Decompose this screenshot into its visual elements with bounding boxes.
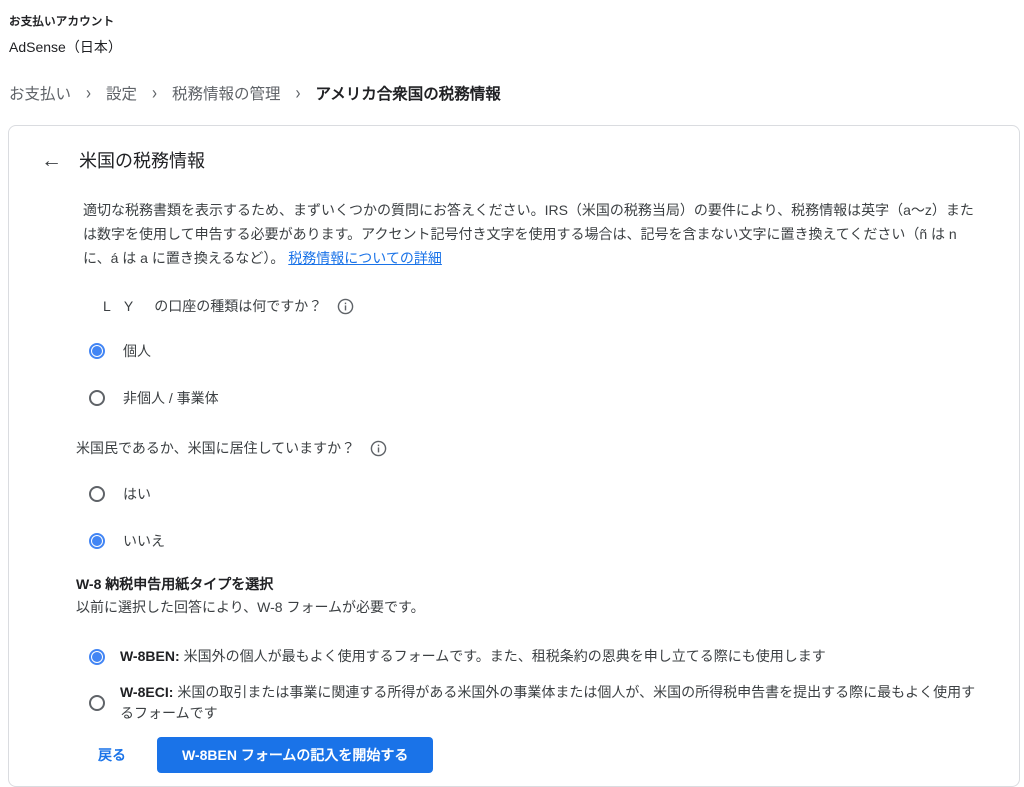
- action-row: 戻る W-8BEN フォームの記入を開始する: [98, 737, 983, 773]
- payments-account-label: お支払いアカウント: [9, 13, 1024, 29]
- us-tax-info-card: ← 米国の税務情報 適切な税務書類を表示するため、まずいくつかの質問にお答えくだ…: [8, 125, 1020, 787]
- breadcrumb: お支払い › 設定 › 税務情報の管理 › アメリカ合衆国の税務情報: [9, 82, 1024, 104]
- info-icon[interactable]: [370, 440, 387, 457]
- radio-option-no[interactable]: いいえ: [89, 531, 983, 551]
- w8eci-description: 米国の取引または事業に関連する所得がある米国外の事業体または個人が、米国の所得税…: [120, 684, 975, 721]
- radio-option-yes[interactable]: はい: [89, 484, 983, 504]
- question-us-residency-text: 米国民であるか、米国に居住していますか？: [76, 438, 355, 458]
- radio-label: W-8BEN:米国外の個人が最もよく使用するフォームです。また、租税条約の恩典を…: [120, 646, 826, 667]
- radio-option-individual[interactable]: 個人: [89, 341, 983, 361]
- intro-paragraph: 適切な税務書類を表示するため、まずいくつかの質問にお答えください。IRS（米国の…: [83, 198, 983, 270]
- radio-label: はい: [123, 484, 151, 504]
- radio-option-w8ben[interactable]: W-8BEN:米国外の個人が最もよく使用するフォームです。また、租税条約の恩典を…: [89, 646, 983, 667]
- breadcrumb-item-tax-info-management[interactable]: 税務情報の管理: [172, 82, 281, 104]
- w8eci-prefix: W-8ECI:: [120, 684, 173, 700]
- radio-label: 個人: [123, 341, 151, 361]
- question-account-type-text: の口座の種類は何ですか？: [154, 296, 322, 316]
- radio-icon[interactable]: [89, 533, 105, 549]
- payments-account-name: AdSense（日本）: [9, 37, 1024, 57]
- info-icon[interactable]: [337, 298, 354, 315]
- start-w8ben-form-button[interactable]: W-8BEN フォームの記入を開始する: [157, 737, 433, 773]
- back-button[interactable]: 戻る: [98, 745, 126, 765]
- w8ben-description: 米国外の個人が最もよく使用するフォームです。また、租税条約の恩典を申し立てる際に…: [184, 648, 826, 664]
- w8-form-type-heading: W-8 納税申告用紙タイプを選択: [76, 574, 983, 594]
- radio-icon[interactable]: [89, 649, 105, 665]
- breadcrumb-current-us-tax-info: アメリカ合衆国の税務情報: [316, 82, 501, 104]
- w8ben-prefix: W-8BEN:: [120, 648, 180, 664]
- intro-text: 適切な税務書類を表示するため、まずいくつかの質問にお答えください。IRS（米国の…: [83, 202, 974, 266]
- breadcrumb-item-settings[interactable]: 設定: [106, 82, 137, 104]
- payee-name: L Y: [103, 298, 138, 314]
- back-arrow-icon[interactable]: ←: [41, 150, 62, 171]
- radio-option-w8eci[interactable]: W-8ECI:米国の取引または事業に関連する所得がある米国外の事業体または個人が…: [89, 682, 983, 724]
- card-title-row: ← 米国の税務情報: [41, 147, 983, 173]
- chevron-right-icon: ›: [296, 82, 301, 103]
- tax-info-details-link[interactable]: 税務情報についての詳細: [288, 250, 442, 266]
- chevron-right-icon: ›: [152, 82, 157, 103]
- radio-option-non-individual[interactable]: 非個人 / 事業体: [89, 388, 983, 408]
- question-us-residency: 米国民であるか、米国に居住していますか？: [76, 438, 983, 458]
- w8-form-type-subheading: 以前に選択した回答により、W-8 フォームが必要です。: [76, 597, 983, 617]
- radio-label: 非個人 / 事業体: [123, 388, 219, 408]
- payments-account-header: お支払いアカウント AdSense（日本）: [0, 0, 1024, 57]
- radio-icon[interactable]: [89, 390, 105, 406]
- radio-label: W-8ECI:米国の取引または事業に関連する所得がある米国外の事業体または個人が…: [120, 682, 983, 724]
- radio-icon[interactable]: [89, 486, 105, 502]
- question-account-type: L Y の口座の種類は何ですか？: [103, 296, 983, 316]
- breadcrumb-item-payments[interactable]: お支払い: [9, 82, 71, 104]
- chevron-right-icon: ›: [86, 82, 91, 103]
- page-title: 米国の税務情報: [79, 147, 205, 173]
- radio-icon[interactable]: [89, 695, 105, 711]
- radio-label: いいえ: [123, 531, 165, 551]
- radio-icon[interactable]: [89, 343, 105, 359]
